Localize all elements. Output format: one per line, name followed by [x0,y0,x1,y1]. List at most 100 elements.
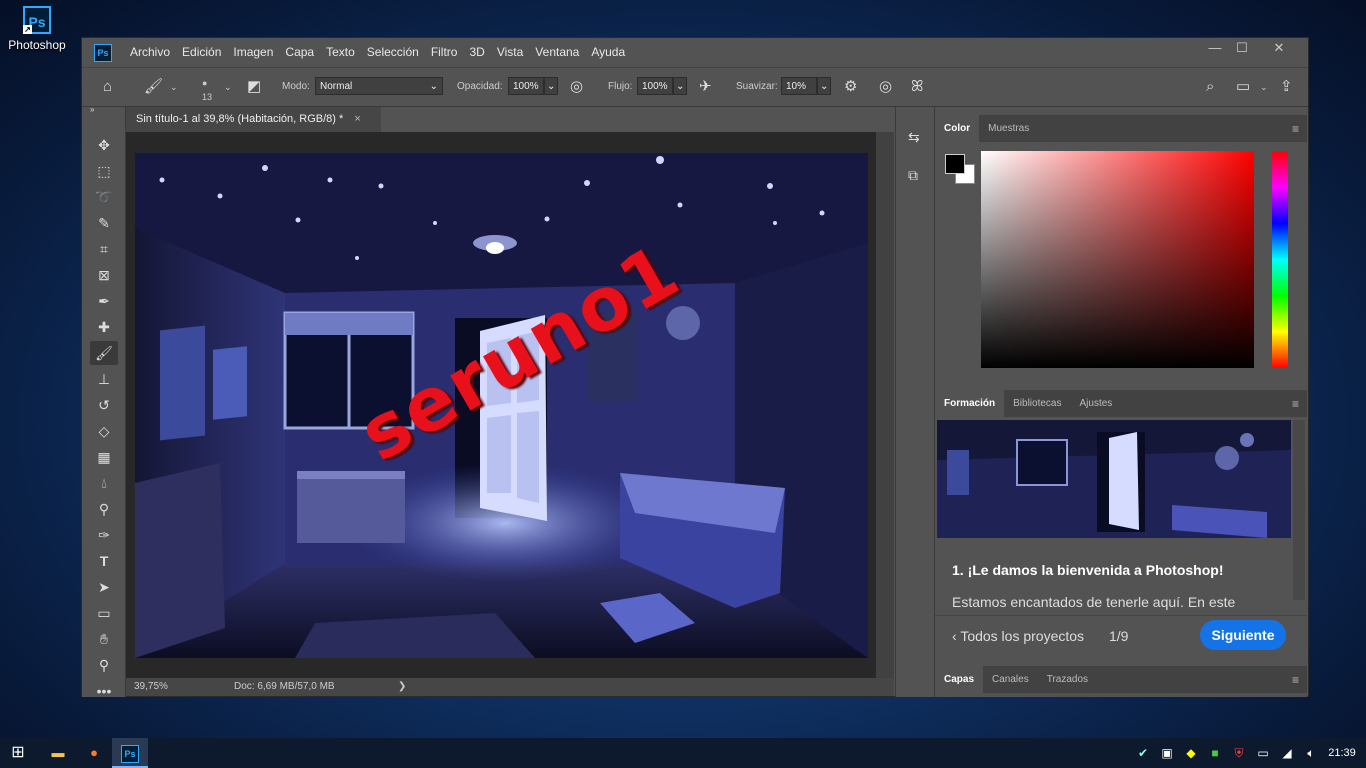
workspace-icon[interactable]: ▭ [1236,68,1250,106]
tab-formacion[interactable]: Formación [935,390,1005,417]
status-bar: 39,75% Doc: 6,69 MB/57,0 MB ❯ [126,678,894,696]
menu-imagen[interactable]: Imagen [227,38,279,67]
menu-seleccion[interactable]: Selección [361,38,425,67]
move-tool-icon[interactable]: ✥ [90,133,118,157]
eyedropper-tool-icon[interactable]: ✒ [90,289,118,313]
eraser-tool-icon[interactable]: ◇ [90,419,118,443]
zoom-tool-icon[interactable]: ⚲ [90,653,118,677]
learn-panel-menu-icon[interactable]: ≡ [1292,397,1299,411]
canvas-scrollbar[interactable] [876,132,894,678]
menu-ayuda[interactable]: Ayuda [585,38,631,67]
history-brush-tool-icon[interactable]: ↺ [90,393,118,417]
firefox-icon[interactable]: ● [76,738,112,768]
status-menu-arrow-icon[interactable]: ❯ [398,678,406,696]
menu-texto[interactable]: Texto [320,38,361,67]
close-icon[interactable]: × [354,113,360,125]
flow-input[interactable]: 100% ⌄ [637,68,687,106]
opacity-input[interactable]: 100% ⌄ [508,68,558,106]
pen-tool-icon[interactable]: ✑ [90,523,118,547]
color-panel-menu-icon[interactable]: ≡ [1292,122,1299,136]
dodge-tool-icon[interactable]: ⚲ [90,497,118,521]
menu-filtro[interactable]: Filtro [425,38,464,67]
windows-start-icon[interactable]: ⊞ [0,738,36,768]
healing-brush-tool-icon[interactable]: ✚ [90,315,118,339]
chevron-down-icon[interactable]: ⌄ [817,77,831,96]
clone-stamp-tool-icon[interactable]: ⊥ [90,367,118,391]
security-icon[interactable]: ⛨ [1230,738,1248,768]
document-tab[interactable]: Sin título-1 al 39,8% (Habitación, RGB/8… [126,107,381,132]
hue-slider[interactable] [1272,151,1288,368]
brush-size-chevron-icon[interactable]: ⌄ [224,68,232,106]
menu-archivo[interactable]: Archivo [124,38,176,67]
brush-tool-preset-icon[interactable]: 🖌︎ [144,68,163,106]
menu-vista[interactable]: Vista [491,38,529,67]
gear-icon[interactable]: ⚙ [844,68,857,106]
back-link[interactable]: ‹ Todos los proyectos [952,628,1084,644]
chevron-down-icon[interactable]: ⌄ [170,68,178,106]
airbrush-icon[interactable]: ✈︎ [699,68,712,106]
clock[interactable]: 21:39 [1324,738,1360,768]
menu-ventana[interactable]: Ventana [529,38,585,67]
menu-3d[interactable]: 3D [463,38,490,67]
tab-canales[interactable]: Canales [983,666,1038,693]
type-tool-icon[interactable]: T [90,549,118,573]
marquee-tool-icon[interactable]: ⬚ [90,159,118,183]
bedroom-artwork-image[interactable]: seruno1 [135,153,868,658]
tray-app-icon[interactable]: ▣ [1158,738,1176,768]
symmetry-butterfly-icon[interactable]: ꕤ [911,68,923,106]
desktop-photoshop-shortcut[interactable]: Ps ↗ Photoshop [6,6,68,52]
mode-select[interactable]: Normal ⌄ [315,68,443,106]
maximize-button[interactable]: ☐ [1225,38,1259,58]
collapsed-panel-strip: ⇆ ⧉ [895,107,935,697]
share-icon[interactable]: ⇪ [1280,68,1293,106]
smooth-input[interactable]: 10% ⌄ [781,68,831,106]
tab-capas[interactable]: Capas [935,666,984,693]
lasso-tool-icon[interactable]: ➰ [90,185,118,209]
tab-ajustes[interactable]: Ajustes [1070,390,1121,417]
next-button[interactable]: Siguiente [1200,620,1286,650]
learn-scrollbar[interactable] [1293,420,1305,600]
history-panel-icon[interactable]: ⇆ [908,129,920,146]
tab-color[interactable]: Color [935,115,980,142]
gradient-tool-icon[interactable]: ▦ [90,445,118,469]
pressure-size-icon[interactable]: ◎ [879,68,892,106]
tab-bibliotecas[interactable]: Bibliotecas [1004,390,1070,417]
chevron-down-icon[interactable]: ⌄ [1260,68,1268,106]
path-selection-tool-icon[interactable]: ➤ [90,575,118,599]
battery-icon[interactable]: ▭ [1254,738,1272,768]
photoshop-taskbar-icon[interactable]: Ps [112,738,148,768]
ps-logo-icon[interactable]: Ps [94,44,112,62]
properties-panel-icon[interactable]: ⧉ [908,167,918,184]
shield-icon[interactable]: ✔ [1134,738,1152,768]
layers-panel-menu-icon[interactable]: ≡ [1292,673,1299,687]
file-explorer-icon[interactable]: ▬ [40,738,76,768]
search-icon[interactable]: ⌕ [1206,68,1214,106]
network-icon[interactable]: ◢ [1278,738,1296,768]
nvidia-icon[interactable]: ■ [1206,738,1224,768]
close-button[interactable]: ✕ [1262,38,1296,58]
menu-capa[interactable]: Capa [279,38,320,67]
tab-trazados[interactable]: Trazados [1038,666,1097,693]
rectangle-tool-icon[interactable]: ▭ [90,601,118,625]
frame-tool-icon[interactable]: ⊠ [90,263,118,287]
menu-edicion[interactable]: Edición [176,38,227,67]
collapse-toolbar-icon[interactable]: » [90,104,118,116]
zoom-level[interactable]: 39,75% [134,678,168,696]
foreground-color-swatch[interactable] [945,154,965,174]
hand-tool-icon[interactable]: ✋︎ [90,627,118,651]
chevron-down-icon[interactable]: ⌄ [544,77,558,96]
quick-selection-tool-icon[interactable]: ✎ [90,211,118,235]
norton-icon[interactable]: ◆ [1182,738,1200,768]
tab-muestras[interactable]: Muestras [979,115,1038,142]
more-tools-icon[interactable]: ••• [90,679,118,703]
brush-tool-icon[interactable]: 🖌︎ [90,341,118,365]
volume-icon[interactable]: 🔈︎ [1302,738,1320,768]
crop-tool-icon[interactable]: ⌗ [90,237,118,261]
brush-panel-toggle-icon[interactable]: ◩ [247,68,261,106]
home-icon[interactable]: ⌂ [103,68,112,106]
chevron-down-icon[interactable]: ⌄ [673,77,687,96]
color-picker-field[interactable] [981,151,1254,368]
pressure-opacity-icon[interactable]: ◎ [570,68,583,106]
flow-label: Flujo: [608,81,633,92]
blur-tool-icon[interactable]: 💧︎ [90,471,118,495]
